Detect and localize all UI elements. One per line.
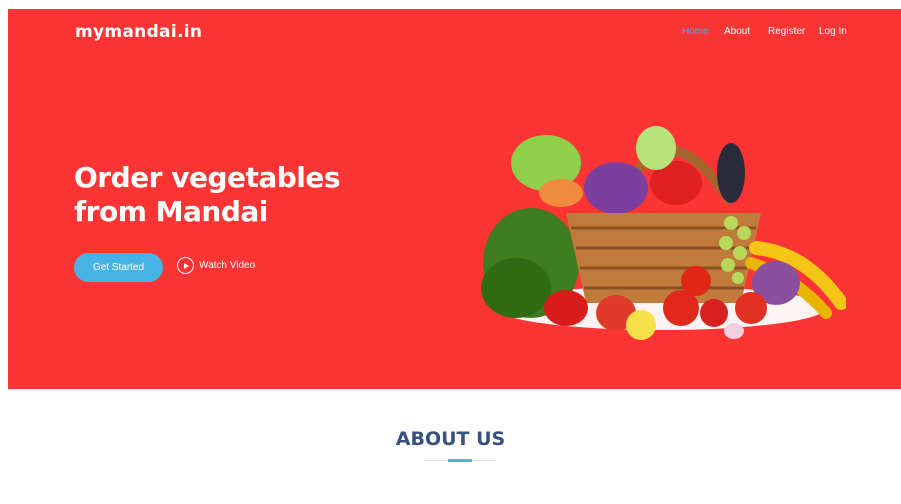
nav-login-link[interactable]: Log In: [819, 26, 847, 37]
play-icon: [177, 257, 194, 274]
nav-home-link[interactable]: Home: [682, 26, 709, 37]
hero-section: mymandai.in Home About Register Log In O…: [8, 9, 901, 389]
watch-video-label: Watch Video: [199, 260, 256, 271]
nav-register-link[interactable]: Register: [768, 26, 805, 37]
brand-logo[interactable]: mymandai.in: [75, 22, 202, 42]
about-divider-accent: [448, 459, 472, 462]
vegetable-basket-image: [481, 126, 846, 340]
nav-about-link[interactable]: About: [724, 26, 750, 37]
about-us-heading: ABOUT US: [395, 428, 506, 450]
hero-headline: Order vegetables from Mandai: [74, 161, 341, 228]
get-started-button[interactable]: Get Started: [74, 253, 163, 282]
watch-video-button[interactable]: Watch Video: [177, 257, 255, 274]
